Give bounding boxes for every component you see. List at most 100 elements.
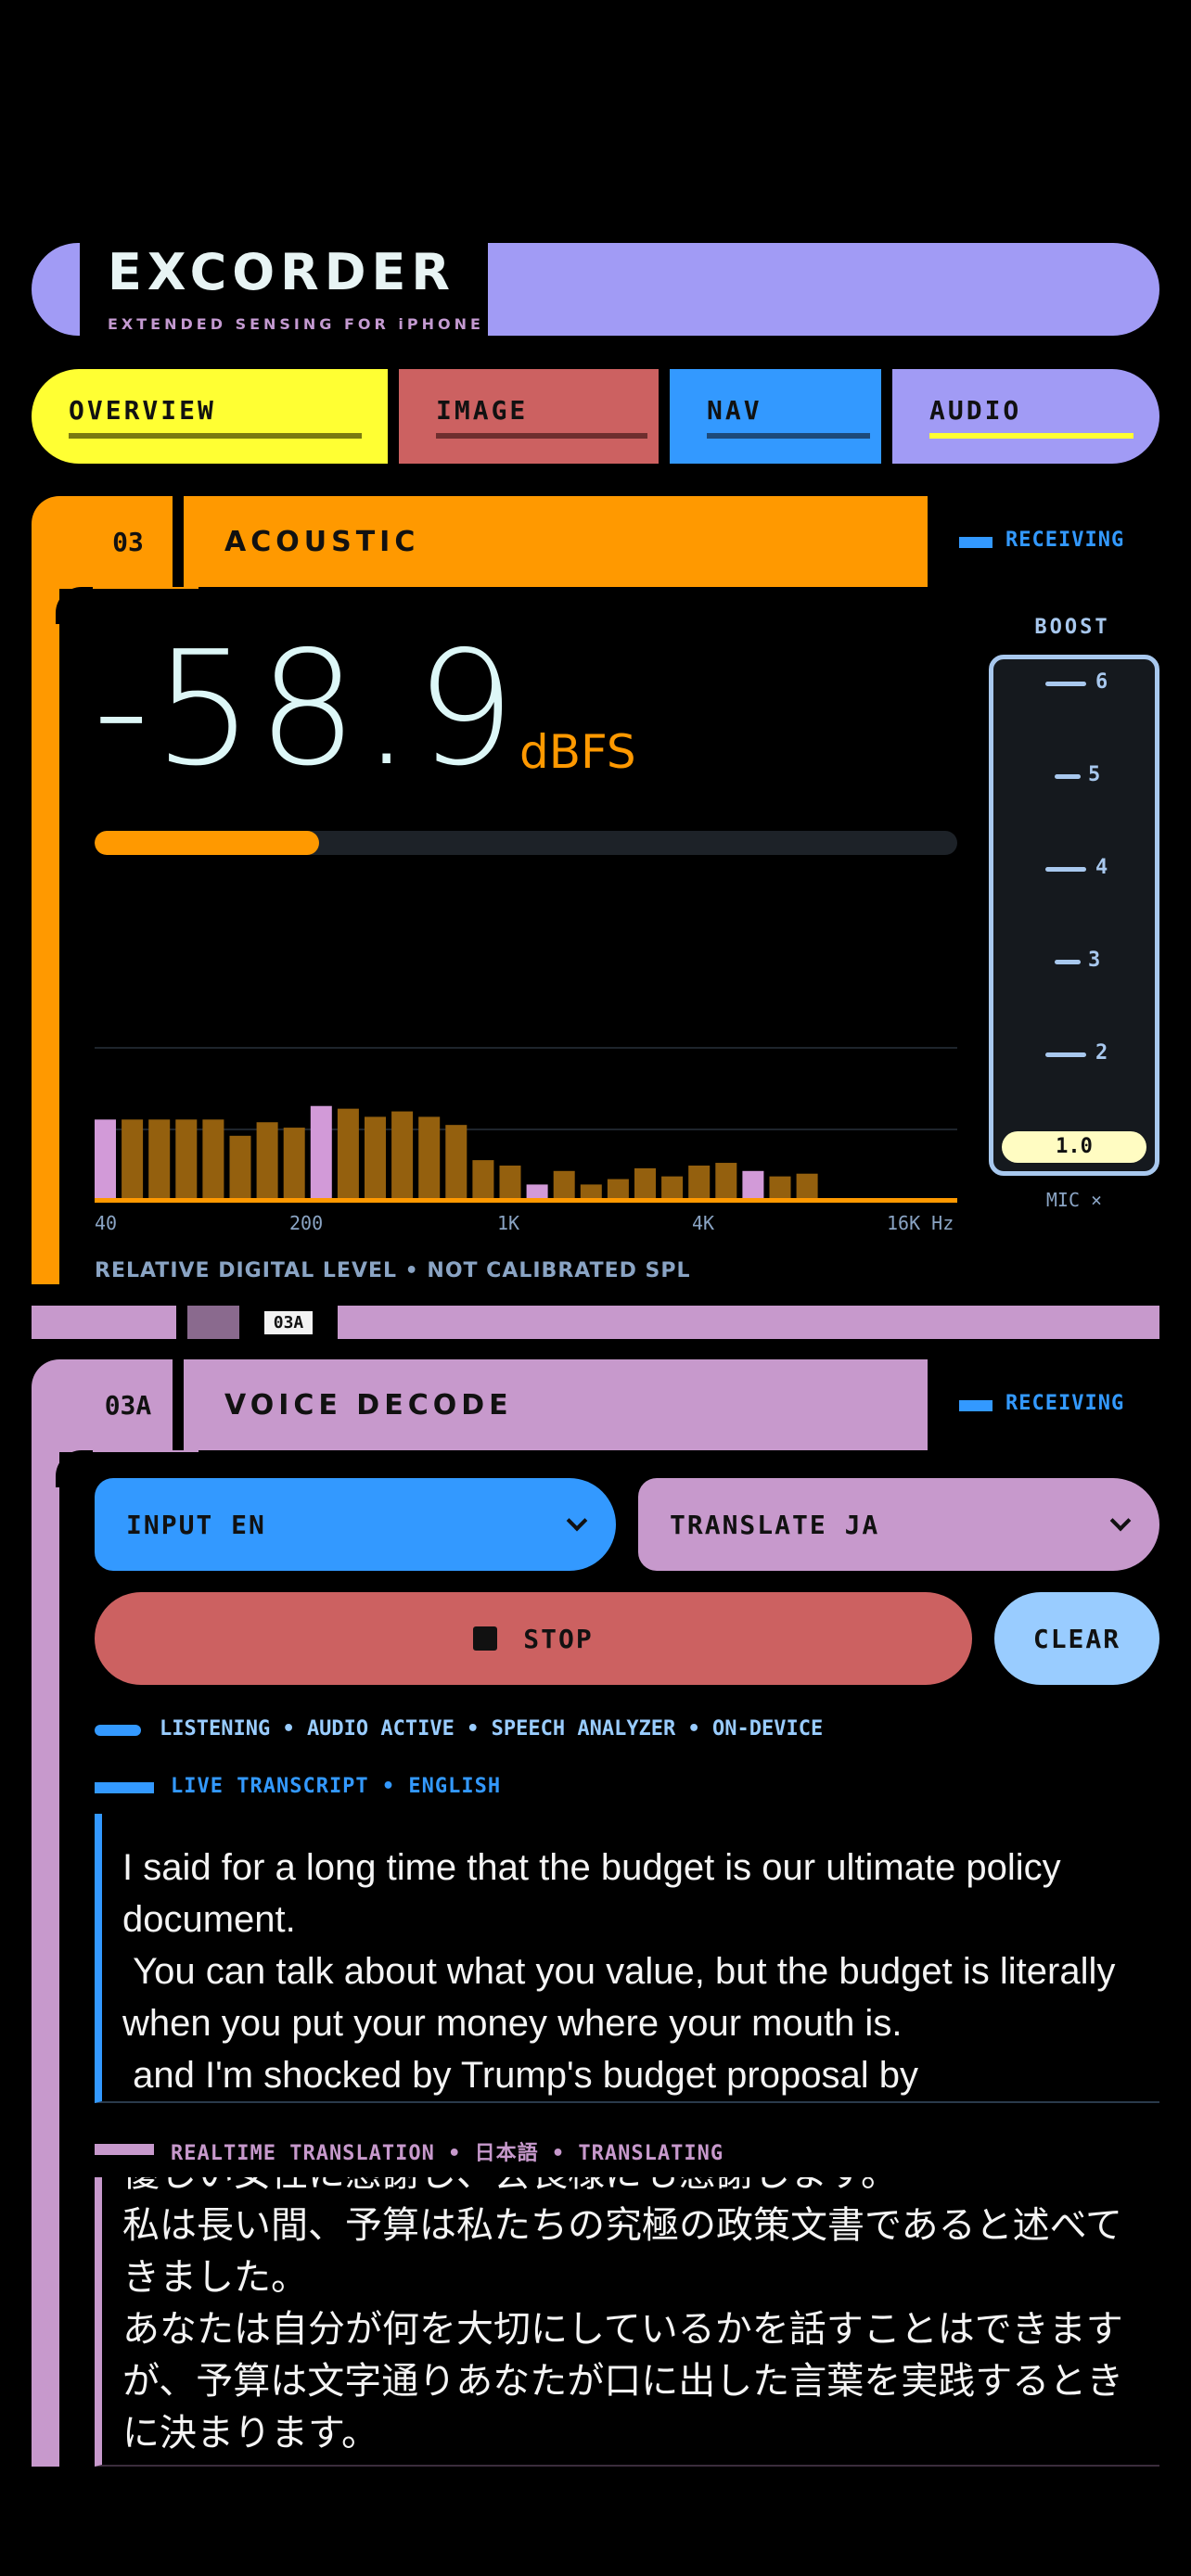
tab-nav[interactable]: NAV [670,369,881,464]
freq-tick-label: 40 [95,1212,118,1234]
voice-status-label: RECEIVING [1005,1392,1125,1415]
spectrum-bar [95,1119,116,1198]
level-meter-fill [95,831,319,855]
spectrum-bar [337,1108,359,1198]
stop-icon [473,1626,498,1651]
acoustic-code: 03 [112,526,144,557]
spectrum-bar [796,1173,818,1198]
transcript-text: I said for a long time that the budget i… [122,1847,1116,2096]
voice-code-box: 03A [95,1359,184,1450]
voice-frame [32,1359,59,2467]
spectrum-chart [95,1047,957,1203]
section-divider [32,1306,176,1339]
status-indicator [959,1399,992,1411]
translation-text: 優しい女性に感謝し、会長様にも感謝します。 私は長い間、予算は私たちの究極の政策… [122,2177,1124,2455]
translation-indicator [95,2144,154,2155]
spectrum-baseline [95,1198,957,1203]
header-cap [32,243,80,336]
boost-tick-label: 5 [1088,763,1101,786]
transcript-heading: LIVE TRANSCRIPT • ENGLISH [171,1775,502,1798]
spectrum-bar [283,1128,305,1198]
translation-panel[interactable]: 優しい女性に感謝し、会長様にも感謝します。 私は長い間、予算は私たちの究極の政策… [95,2177,1159,2467]
section-divider-block [187,1306,239,1339]
tab-label: IMAGE [436,394,529,426]
input-language-label: INPUT EN [126,1509,266,1540]
chevron-down-icon [566,1510,588,1532]
spectrum-bar [202,1119,224,1198]
boost-tick [1055,960,1081,964]
listening-status: LISTENING • AUDIO ACTIVE • SPEECH ANALYZ… [160,1717,824,1741]
tab-audio[interactable]: AUDIO [892,369,1159,464]
boost-tick [1045,1052,1086,1057]
spectrum-bar [553,1170,575,1198]
boost-value-handle[interactable]: 1.0 [1002,1131,1146,1163]
tab-label: OVERVIEW [69,394,216,426]
spectrum-bar [688,1165,711,1198]
spectrum-bar [526,1184,548,1198]
translate-language-label: TRANSLATE JA [670,1509,880,1540]
boost-tick-label: 2 [1095,1041,1108,1065]
translate-language-select[interactable]: TRANSLATE JA [638,1478,1159,1571]
acoustic-footnote: RELATIVE DIGITAL LEVEL • NOT CALIBRATED … [95,1259,691,1282]
input-language-select[interactable]: INPUT EN [95,1478,616,1571]
chevron-down-icon [1109,1510,1132,1532]
spectrum-bar [607,1179,629,1198]
spectrum-bar [175,1119,198,1198]
header-bar [488,243,1159,336]
tab-image[interactable]: IMAGE [399,369,659,464]
spectrum-bar [472,1160,494,1198]
section-divider-tag: 03A [263,1310,314,1334]
acoustic-status-label: RECEIVING [1005,529,1125,552]
tab-label: AUDIO [929,394,1022,426]
spectrum-bar [769,1176,791,1198]
spectrum-bar [445,1125,467,1198]
clear-button[interactable]: CLEAR [994,1592,1159,1685]
spectrum-bar [418,1116,441,1198]
freq-tick-label: 1K [497,1212,520,1234]
mic-label: MIC × [1045,1189,1103,1211]
tab-overview[interactable]: OVERVIEW [32,369,388,464]
spectrum-bar [391,1111,414,1198]
spectrum-bar [310,1105,332,1198]
boost-label: BOOST [1034,616,1110,639]
acoustic-status: RECEIVING [959,529,1124,552]
freq-tick-label: 4K [692,1212,715,1234]
acoustic-code-box: 03 [95,496,184,587]
app-subtitle: EXTENDED SENSING FOR iPHONE [108,315,484,333]
tab-underline [69,432,362,439]
stop-button[interactable]: STOP [95,1592,972,1685]
tab-underline [707,432,870,439]
acoustic-frame-curve [56,587,93,624]
spectrum-bar [499,1165,521,1198]
tab-label: NAV [707,394,762,426]
boost-tick-label: 3 [1088,949,1101,972]
section-divider-tag-wrap: 03A [250,1306,327,1339]
stop-label: STOP [523,1623,594,1654]
spectrum-bar [715,1163,737,1198]
boost-tick [1055,774,1081,779]
transcript-panel[interactable]: I said for a long time that the budget i… [95,1814,1159,2103]
boost-tick-label: 6 [1095,670,1108,694]
boost-tick-label: 4 [1095,856,1108,879]
spectrum-bar [148,1119,171,1198]
spectrum-bar [742,1170,764,1198]
level-readout: -58.9 [93,618,519,801]
freq-tick-label: 16K Hz [887,1212,954,1234]
voice-title-bar: VOICE DECODE [195,1359,928,1450]
app-title: EXCORDER [108,243,456,301]
boost-tick [1045,682,1086,686]
section-divider [338,1306,1159,1339]
spectrum-bar [122,1119,144,1198]
tab-underline [436,432,647,439]
translation-heading: REALTIME TRANSLATION • 日本語 • TRANSLATING [171,2142,724,2165]
voice-frame-curve [56,1450,93,1487]
spectrum-bar [229,1135,251,1198]
voice-title: VOICE DECODE [224,1388,513,1422]
acoustic-title-bar: ACOUSTIC [195,496,928,587]
boost-slider[interactable]: 6 5 4 3 2 [989,655,1159,1176]
spectrum-bar [661,1176,684,1198]
status-indicator [959,536,992,548]
transcript-indicator [95,1782,154,1793]
spectrum-bar [580,1184,602,1198]
boost-tick [1045,867,1086,872]
